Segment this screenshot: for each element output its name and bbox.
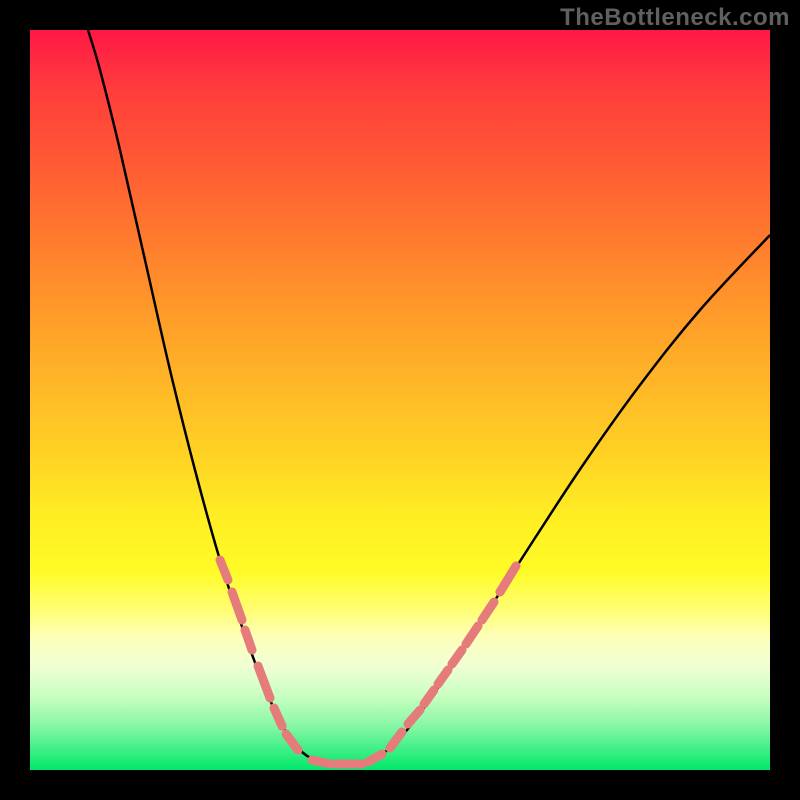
gradient-background — [30, 30, 770, 770]
chart-frame: TheBottleneck.com — [0, 0, 800, 800]
watermark-text: TheBottleneck.com — [560, 4, 790, 32]
plot-area — [30, 30, 770, 770]
